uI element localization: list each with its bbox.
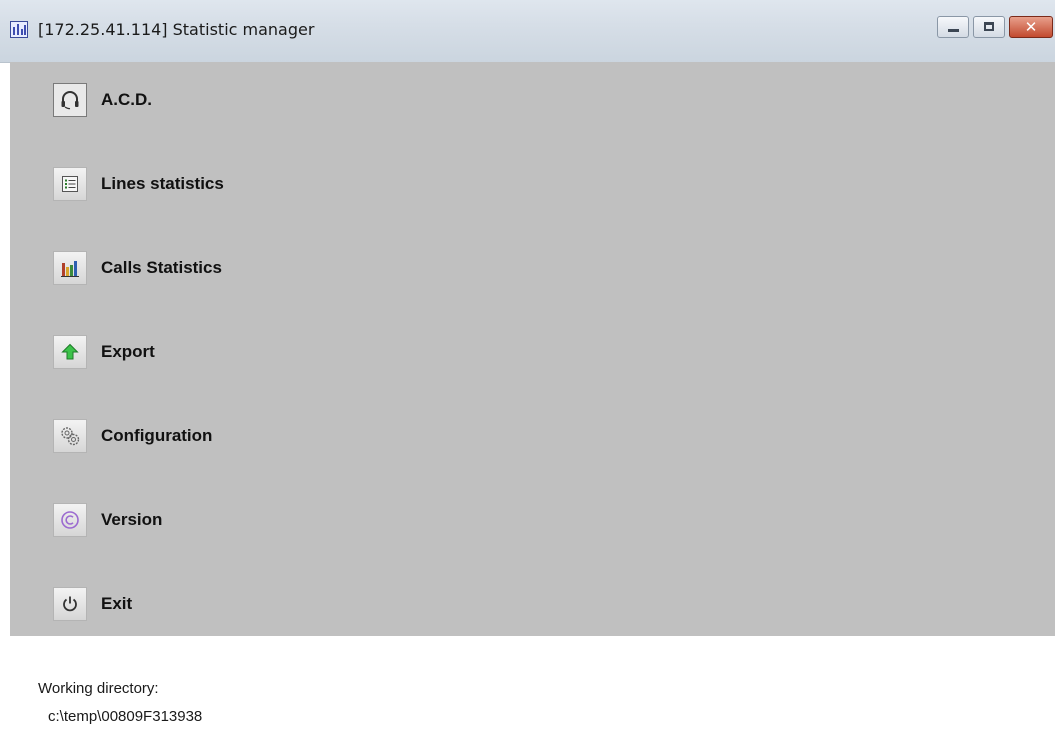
footer-info: Working directory: c:\temp\00809F313938 <box>0 636 1055 747</box>
calls-statistics-button[interactable] <box>53 251 87 285</box>
menu-item-lines-statistics[interactable]: Lines statistics <box>53 166 224 202</box>
menu-item-acd[interactable]: A.C.D. <box>53 82 152 118</box>
window-controls: ✕ <box>937 16 1053 40</box>
menu-item-export[interactable]: Export <box>53 334 155 370</box>
exit-button[interactable] <box>53 587 87 621</box>
main-menu-panel: A.C.D. Lines statistics Calls Statistics… <box>10 62 1055 636</box>
working-directory-path: c:\temp\00809F313938 <box>48 708 203 725</box>
lines-statistics-button[interactable] <box>53 167 87 201</box>
maximize-button[interactable] <box>973 16 1005 38</box>
arrow-up-icon <box>61 343 79 360</box>
menu-item-configuration[interactable]: Configuration <box>53 418 212 454</box>
minimize-icon <box>948 29 959 32</box>
version-label: Version <box>101 510 163 529</box>
headset-icon <box>61 91 79 110</box>
app-chart-icon[interactable] <box>10 21 28 38</box>
menu-item-exit[interactable]: Exit <box>53 586 132 622</box>
exit-label: Exit <box>101 594 133 613</box>
gears-icon <box>61 427 80 446</box>
lines-statistics-label: Lines statistics <box>101 174 224 193</box>
acd-button[interactable] <box>53 83 87 117</box>
power-icon <box>63 596 77 612</box>
configuration-button[interactable] <box>53 419 87 453</box>
close-icon: ✕ <box>1024 18 1038 36</box>
maximize-icon <box>984 22 994 31</box>
copyright-icon <box>61 511 79 529</box>
version-button[interactable] <box>53 503 87 537</box>
menu-item-version[interactable]: Version <box>53 502 162 538</box>
title-bar[interactable]: [172.25.41.114] Statistic manager ✕ <box>0 0 1055 63</box>
close-button[interactable]: ✕ <box>1009 16 1053 38</box>
configuration-label: Configuration <box>101 426 213 445</box>
working-directory-label: Working directory: <box>38 680 159 697</box>
acd-label: A.C.D. <box>101 90 152 109</box>
list-icon <box>62 176 78 192</box>
export-label: Export <box>101 342 155 361</box>
window-title: [172.25.41.114] Statistic manager <box>38 20 315 39</box>
calls-statistics-label: Calls Statistics <box>101 258 222 277</box>
minimize-button[interactable] <box>937 16 969 38</box>
menu-item-calls-statistics[interactable]: Calls Statistics <box>53 250 222 286</box>
statistic-manager-window: [172.25.41.114] Statistic manager ✕ A.C.… <box>0 0 1055 747</box>
export-button[interactable] <box>53 335 87 369</box>
bar-chart-icon <box>61 261 79 277</box>
